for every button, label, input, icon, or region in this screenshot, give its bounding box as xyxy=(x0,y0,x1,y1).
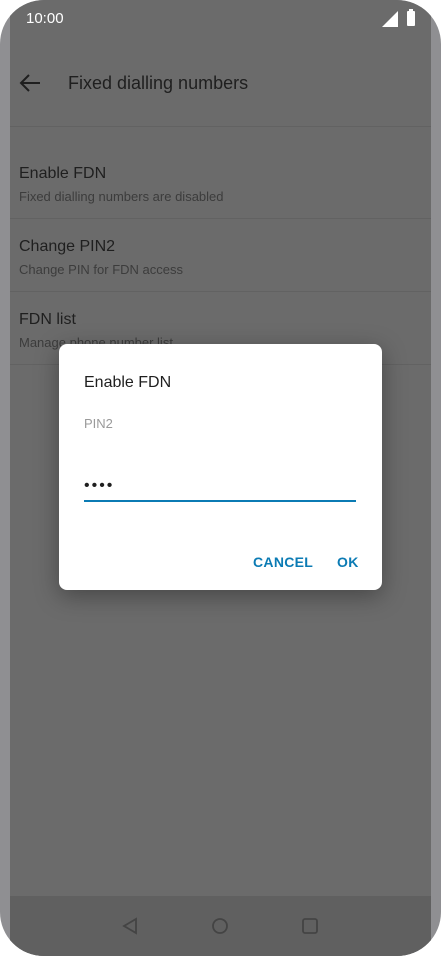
setting-enable-fdn[interactable]: Enable FDN Fixed dialling numbers are di… xyxy=(19,165,419,237)
divider xyxy=(10,291,431,292)
divider xyxy=(10,126,431,127)
battery-icon xyxy=(407,9,415,26)
setting-title: Change PIN2 xyxy=(19,238,116,255)
pin2-input[interactable] xyxy=(84,472,356,502)
navigation-bar xyxy=(10,896,431,956)
arrow-left-icon[interactable] xyxy=(16,69,44,97)
phone-frame: 10:00 Fixed dialling numbers Enable FDN … xyxy=(0,0,441,956)
status-bar: 10:00 xyxy=(10,0,431,40)
cancel-button[interactable]: CANCEL xyxy=(253,554,313,570)
setting-change-pin2[interactable]: Change PIN2 Change PIN for FDN access xyxy=(19,238,419,310)
ok-button[interactable]: OK xyxy=(337,554,359,570)
signal-icon xyxy=(382,11,398,27)
page-title: Fixed dialling numbers xyxy=(68,73,249,93)
recents-square-icon[interactable] xyxy=(301,917,319,935)
app-bar: Fixed dialling numbers xyxy=(10,55,431,111)
enable-fdn-dialog: Enable FDN PIN2 CANCEL OK xyxy=(59,344,382,590)
setting-subtitle: Change PIN for FDN access xyxy=(19,262,184,277)
divider xyxy=(10,218,431,219)
pin2-label: PIN2 xyxy=(84,416,113,431)
setting-subtitle: Fixed dialling numbers are disabled xyxy=(19,189,224,204)
status-time: 10:00 xyxy=(26,10,64,27)
back-triangle-icon[interactable] xyxy=(121,917,139,935)
dialog-title: Enable FDN xyxy=(84,374,172,391)
home-circle-icon[interactable] xyxy=(211,917,229,935)
setting-title: FDN list xyxy=(19,311,76,328)
setting-title: Enable FDN xyxy=(19,165,107,182)
